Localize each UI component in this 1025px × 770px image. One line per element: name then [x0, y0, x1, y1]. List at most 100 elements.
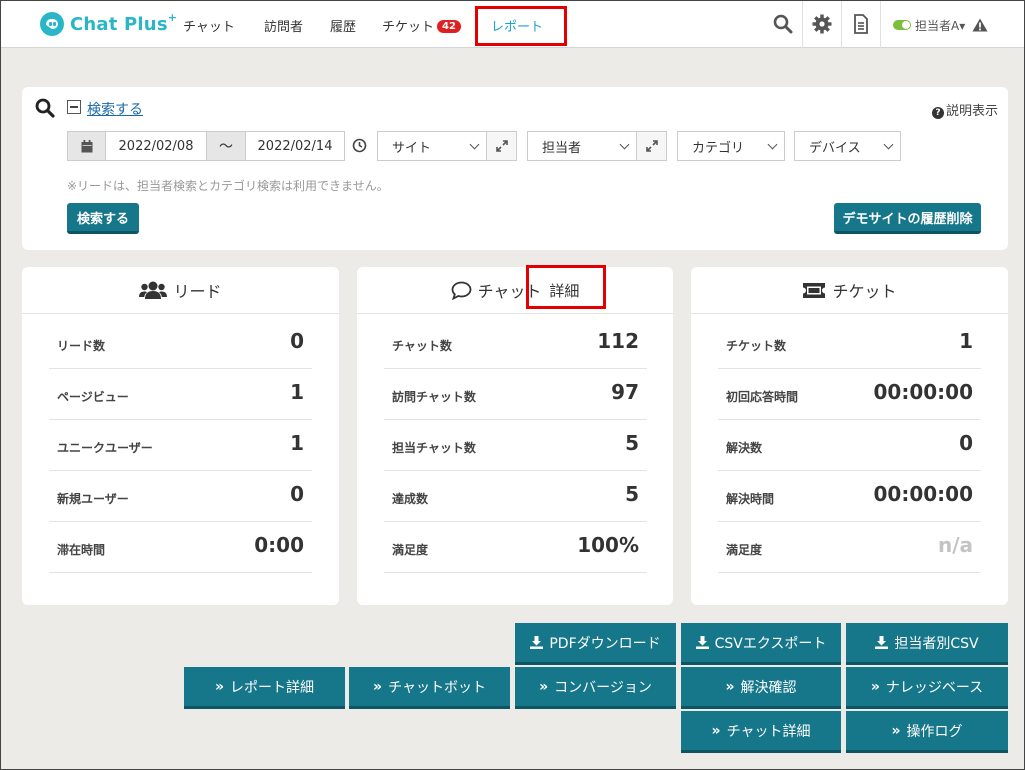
logo-text: Chat Plus: [70, 13, 168, 35]
agent-name[interactable]: 担当者A▾: [915, 17, 988, 34]
stat-value: 00:00:00: [873, 380, 974, 404]
operation-log-label: 操作ログ: [906, 723, 963, 740]
operation-log-button[interactable]: » 操作ログ: [846, 711, 1008, 753]
stat-row: 新規ユーザー 0: [49, 471, 312, 522]
conversion-button[interactable]: » コンバージョン: [515, 667, 676, 709]
chatbot-button[interactable]: » チャットボット: [349, 667, 510, 709]
comment-icon: [451, 281, 472, 300]
logo[interactable]: Chat Plus +: [40, 11, 177, 37]
chevron-down-icon: [619, 139, 630, 150]
nav-chat[interactable]: チャット: [183, 16, 235, 35]
stat-value: 5: [625, 482, 639, 506]
clock-icon[interactable]: [352, 138, 367, 153]
site-select-value: サイト: [392, 140, 432, 156]
resolution-check-label: 解決確認: [740, 679, 797, 696]
stat-row: 解決数 0: [718, 420, 981, 471]
stat-label: 満足度: [392, 543, 429, 557]
search-submit-button[interactable]: 検索する: [67, 203, 139, 234]
csv-export-button[interactable]: CSVエクスポート: [681, 623, 841, 665]
expand-icon: [645, 140, 658, 152]
search-button[interactable]: [764, 0, 802, 48]
stat-row: 滞在時間 0:00: [49, 522, 312, 573]
download-icon: [530, 636, 544, 649]
search-toggle-link[interactable]: 検索する: [87, 99, 143, 119]
date-to-input[interactable]: 2022/02/14: [245, 131, 345, 161]
stat-label: 滞在時間: [57, 543, 106, 557]
device-select-value: デバイス: [809, 140, 861, 156]
device-select[interactable]: デバイス: [794, 131, 901, 161]
stat-row: 達成数 5: [384, 471, 647, 522]
knowledge-base-button[interactable]: » ナレッジベース: [846, 667, 1008, 709]
help-link[interactable]: ? 説明表示: [931, 100, 998, 119]
question-icon: ?: [931, 107, 944, 119]
stat-row: 初回応答時間 00:00:00: [718, 369, 981, 420]
stat-value: 97: [611, 380, 639, 404]
ticket-card: チケット チケット数 1 初回応答時間 00:00:00 解決数 0 解決時間 00:0…: [691, 267, 1008, 605]
ticket-icon: [802, 282, 826, 299]
stat-value: 0: [290, 329, 304, 353]
calendar-button[interactable]: [67, 131, 106, 161]
stat-row: 満足度 100%: [384, 522, 647, 573]
logo-icon: [40, 12, 64, 36]
double-chevron-right-icon: »: [891, 722, 901, 739]
stat-label: 担当チャット数: [392, 441, 476, 455]
search-note: ※リードは、担当者検索とカテゴリ検索は利用できません。: [67, 179, 389, 193]
nav-history[interactable]: 履歴: [330, 16, 356, 35]
resolution-check-button[interactable]: » 解決確認: [681, 667, 841, 709]
nav-tickets[interactable]: チケット 42: [382, 16, 461, 35]
stat-value: 1: [290, 380, 304, 404]
stat-label: 訪問チャット数: [392, 390, 476, 404]
nav-visitors[interactable]: 訪問者: [264, 16, 303, 35]
site-expand-button[interactable]: [486, 132, 516, 160]
highlight-chat-detail: [526, 265, 606, 309]
category-select-value: カテゴリ: [692, 140, 745, 156]
agent-csv-button[interactable]: 担当者別CSV: [846, 623, 1008, 665]
search-icon: [773, 14, 793, 34]
agent-csv-label: 担当者別CSV: [894, 635, 979, 652]
chatbot-label: チャットボット: [388, 679, 486, 696]
stat-row: チケット数 1: [718, 318, 981, 369]
date-range-separator: 〜: [206, 131, 246, 161]
stat-label: チャット数: [392, 339, 452, 353]
ticket-count-badge: 42: [437, 20, 461, 33]
stat-row: ページビュー 1: [49, 369, 312, 420]
csv-export-label: CSVエクスポート: [714, 635, 827, 652]
status-toggle[interactable]: [893, 20, 911, 30]
date-from-input[interactable]: 2022/02/08: [105, 131, 207, 161]
collapse-icon[interactable]: [67, 100, 81, 114]
pdf-download-button[interactable]: PDFダウンロード: [515, 623, 676, 665]
chevron-down-icon: [469, 139, 480, 150]
stat-label: 解決時間: [726, 492, 775, 506]
stat-row: 訪問チャット数 97: [384, 369, 647, 420]
report-detail-button[interactable]: » レポート詳細: [184, 667, 345, 709]
stat-row: 解決時間 00:00:00: [718, 471, 981, 522]
delete-demo-history-button[interactable]: デモサイトの履歴削除: [834, 203, 981, 234]
category-select[interactable]: カテゴリ: [677, 131, 785, 161]
site-select[interactable]: サイト: [377, 131, 517, 161]
stat-value: 5: [625, 431, 639, 455]
knowledge-base-label: ナレッジベース: [885, 679, 984, 696]
agent-select[interactable]: 担当者: [527, 131, 667, 161]
lead-card-header: リード: [22, 267, 339, 314]
download-icon: [695, 636, 709, 649]
agent-expand-button[interactable]: [636, 132, 666, 160]
stat-label: リード数: [57, 339, 106, 353]
chat-card-header: チャット 詳細: [357, 267, 673, 314]
stat-row: 満足度 n/a: [718, 522, 981, 573]
stat-label: ページビュー: [57, 390, 129, 404]
stat-value: 0:00: [254, 533, 304, 557]
download-icon: [875, 636, 889, 649]
agent-name-label: 担当者A▾: [915, 19, 966, 33]
chat-detail-button[interactable]: » チャット詳細: [681, 711, 841, 753]
stat-row: チャット数 112: [384, 318, 647, 369]
document-button[interactable]: [841, 0, 879, 48]
logo-plus: +: [167, 10, 177, 24]
chevron-down-icon: [767, 139, 778, 150]
conversion-label: コンバージョン: [554, 679, 652, 696]
search-icon: [35, 98, 55, 118]
lead-card: リード リード数 0 ページビュー 1 ユニークユーザー 1 新規ユーザー 0 滞在時間…: [22, 267, 339, 605]
settings-button[interactable]: [802, 0, 840, 48]
stat-value: 00:00:00: [873, 482, 974, 506]
stat-label: ユニークユーザー: [57, 441, 153, 455]
calendar-icon: [81, 139, 92, 152]
